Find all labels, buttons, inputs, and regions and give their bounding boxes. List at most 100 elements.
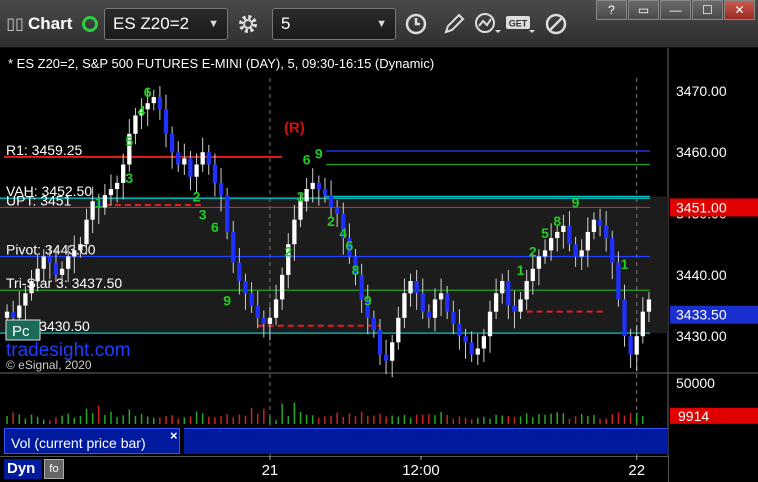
- candle-body: [396, 317, 401, 343]
- candle-body: [591, 219, 597, 232]
- sequential-count-digit: 8: [352, 262, 360, 278]
- candle-body: [567, 225, 572, 245]
- candle-body: [23, 293, 28, 306]
- candle-body: [555, 231, 560, 239]
- settings-gear-button[interactable]: [232, 8, 264, 40]
- candle-body: [426, 311, 432, 318]
- candle-body: [84, 219, 89, 245]
- study-chart-icon: [475, 13, 501, 33]
- candle-body: [420, 293, 425, 312]
- resistance-annotation: (R): [284, 120, 305, 137]
- time-tick-label: 12:00: [402, 462, 440, 479]
- candle-body: [237, 262, 242, 282]
- price-tick-label: 3470.00: [676, 83, 727, 99]
- candle-body: [500, 281, 505, 294]
- candle-body: [200, 152, 205, 165]
- volume-study-tab[interactable]: Vol (current price bar): [4, 428, 180, 454]
- pc-badge-label: Pc: [12, 323, 30, 340]
- sequential-count-digit: 9: [223, 293, 231, 309]
- cancel-icon: [545, 13, 567, 35]
- get-icon: GET: [506, 16, 535, 33]
- candle-body: [72, 250, 77, 257]
- candle-body: [335, 207, 340, 214]
- price-axis-background: [668, 48, 758, 456]
- sequential-count-digit: 3: [297, 188, 305, 204]
- candle-body: [469, 342, 474, 355]
- sequential-count-digit: 6: [303, 152, 311, 168]
- sequential-count-digit: 6: [211, 219, 219, 235]
- window-controls: ? ▭ — ☐ ✕: [596, 0, 755, 22]
- candle-body: [78, 244, 83, 251]
- candle-body: [524, 281, 529, 300]
- sequential-count-digit: 9: [572, 194, 580, 210]
- interval-value: 5: [281, 14, 291, 33]
- price-tick-label: 3430.00: [676, 328, 727, 344]
- sequential-count-digit: 1: [621, 256, 629, 272]
- candle-body: [481, 336, 487, 349]
- candle-body: [267, 317, 273, 324]
- candle-body: [487, 311, 493, 337]
- candle-body: [475, 348, 480, 355]
- level-label: R1: 3459.25: [6, 142, 82, 158]
- time-template-button[interactable]: [400, 8, 432, 40]
- get-data-button[interactable]: GET: [505, 8, 537, 40]
- sequential-count-digit: 2: [529, 243, 537, 259]
- candle-body: [542, 250, 548, 257]
- sequential-count-digit: 5: [541, 225, 549, 241]
- candle-body: [35, 268, 40, 282]
- link-status-icon[interactable]: [82, 16, 98, 32]
- sequential-count-digit: 8: [553, 213, 561, 229]
- candle-body: [536, 256, 542, 269]
- volume-close-icon[interactable]: ×: [170, 428, 178, 443]
- candle-body: [573, 244, 578, 257]
- candle-body: [114, 182, 120, 190]
- level-label: Tri-Star 3: 3437.50: [6, 275, 122, 291]
- sequential-count-digit: 2: [284, 243, 292, 259]
- symbol-combo[interactable]: ES Z20=2 ▼: [104, 8, 228, 40]
- minimize-button[interactable]: —: [660, 0, 691, 20]
- sequential-count-digit: 1: [517, 262, 525, 278]
- help-button[interactable]: ?: [596, 0, 627, 20]
- cancel-button[interactable]: [540, 8, 572, 40]
- candle-body: [622, 299, 627, 337]
- volume-study-bar[interactable]: [184, 428, 668, 454]
- candle-body: [188, 158, 193, 177]
- sequential-count-digit: 6: [345, 237, 353, 253]
- studies-button[interactable]: [472, 8, 504, 40]
- candle-body: [182, 158, 187, 165]
- price-tick-label: 3460.00: [676, 144, 727, 160]
- candle-body: [585, 231, 590, 251]
- volume-tick-label: 50000: [676, 375, 715, 391]
- candle-body: [41, 256, 46, 269]
- candle-body: [634, 336, 639, 355]
- candle-body: [66, 256, 71, 269]
- candle-body: [59, 268, 65, 275]
- symbol-value: ES Z20=2: [113, 14, 190, 33]
- chevron-down-icon: ▼: [376, 18, 387, 30]
- candle-body: [561, 225, 566, 232]
- pencil-icon: [444, 13, 465, 34]
- candle-body: [17, 305, 22, 318]
- candle-body: [597, 219, 603, 226]
- candle-body: [304, 189, 309, 202]
- sequential-count-digit: 2: [193, 188, 201, 204]
- sequential-count-digit: 6: [144, 84, 152, 100]
- maximize-button[interactable]: ☐: [692, 0, 723, 20]
- chart-area[interactable]: R1: 3459.25VAH: 3452.50UPT: 3451Pivot: 3…: [0, 48, 758, 456]
- candle-body: [445, 293, 450, 312]
- restore-button[interactable]: ▭: [628, 0, 659, 20]
- candle-body: [604, 225, 609, 239]
- candle-body: [316, 182, 321, 190]
- close-button[interactable]: ✕: [724, 0, 755, 20]
- drag-handle-icon[interactable]: ▯▯: [4, 8, 26, 40]
- candle-body: [11, 311, 16, 318]
- drawing-tools-button[interactable]: [438, 8, 470, 40]
- candle-body: [371, 317, 376, 331]
- candle-body: [451, 311, 456, 324]
- candle-body: [518, 299, 523, 312]
- candle-body: [579, 250, 584, 257]
- price-tick-label: 3440.00: [676, 267, 727, 283]
- candle-body: [47, 256, 52, 263]
- candle-body: [390, 342, 395, 361]
- interval-combo[interactable]: 5 ▼: [272, 8, 396, 40]
